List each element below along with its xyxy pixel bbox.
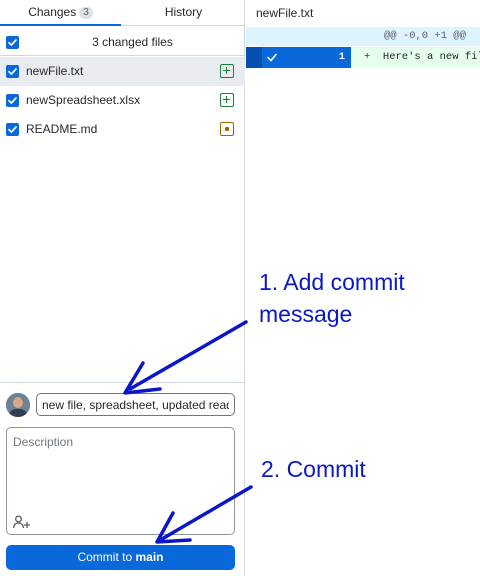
commit-form: Commit to main — [0, 382, 245, 576]
file-row-newfile-txt[interactable]: newFile.txt — [0, 57, 245, 86]
file-checkbox[interactable] — [6, 65, 19, 78]
add-coauthor-icon[interactable] — [12, 514, 32, 530]
checkmark-icon — [8, 68, 17, 75]
old-line-number — [297, 47, 318, 68]
diff-hunk-header-row: @@ -0,0 +1 @@ — [246, 27, 480, 46]
file-modified-icon — [220, 122, 234, 136]
tab-history-label: History — [164, 5, 203, 19]
file-added-icon — [220, 64, 234, 78]
commit-summary-input[interactable] — [36, 393, 235, 416]
tab-changes-label: Changes — [28, 5, 77, 19]
tab-changes[interactable]: Changes 3 — [0, 0, 121, 26]
commit-button[interactable]: Commit to main — [6, 545, 235, 570]
hunk-header: @@ -0,0 +1 @@ — [351, 27, 480, 46]
checkmark-icon — [8, 97, 17, 104]
annotation-add-commit-message: 1. Add commit message — [259, 269, 405, 327]
line-selection-marker[interactable] — [246, 47, 262, 68]
commit-button-branch: main — [135, 550, 164, 564]
file-name: README.md — [26, 122, 98, 136]
annotation-commit: 2. Commit — [261, 456, 366, 482]
changed-files-header: 3 changed files — [0, 29, 245, 56]
diff-file-title: newFile.txt — [256, 6, 314, 20]
changes-sidebar: Changes 3 History 3 changed files newFile… — [0, 0, 245, 576]
select-all-checkbox[interactable] — [6, 36, 19, 49]
checkmark-icon — [8, 126, 17, 133]
avatar — [6, 393, 30, 417]
file-row-newspreadsheet-xlsx[interactable]: newSpreadsheet.xlsx — [0, 86, 245, 115]
file-name: newFile.txt — [26, 64, 84, 78]
file-checkbox[interactable] — [6, 123, 19, 136]
tab-history[interactable]: History — [122, 0, 245, 26]
user-photo-icon — [6, 393, 30, 417]
commit-description-box — [6, 427, 235, 535]
new-line-number: 1 — [318, 47, 351, 68]
checkmark-icon — [267, 53, 277, 62]
sidebar-tabs: Changes 3 History — [0, 0, 245, 26]
file-checkbox[interactable] — [6, 94, 19, 107]
file-row-readme-md[interactable]: README.md — [0, 115, 245, 144]
line-select-checkbox[interactable] — [262, 47, 297, 68]
file-name: newSpreadsheet.xlsx — [26, 93, 141, 107]
diff-line-content: + Here's a new file — [351, 47, 480, 68]
changed-files-count: 3 changed files — [92, 35, 173, 49]
checkmark-icon — [8, 39, 17, 46]
hunk-gutter — [246, 27, 351, 46]
commit-button-prefix: Commit to — [77, 550, 133, 564]
changes-count-badge: 3 — [79, 7, 93, 19]
diff-line[interactable]: 1 + Here's a new file — [246, 47, 480, 68]
commit-description-input[interactable] — [7, 428, 234, 508]
file-added-icon — [220, 93, 234, 107]
